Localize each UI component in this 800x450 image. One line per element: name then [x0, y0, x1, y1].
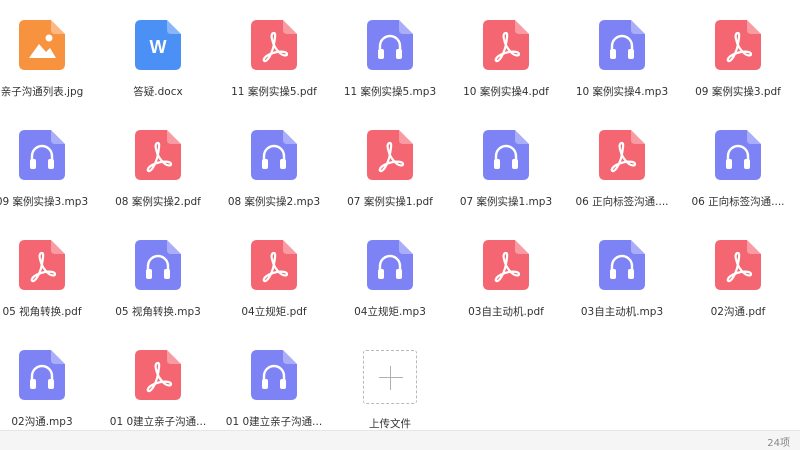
audio-file-icon: [19, 350, 65, 400]
file-name: 答疑.docx: [133, 86, 183, 98]
file-name: 02沟通.pdf: [710, 306, 766, 318]
file-name: 06 正向标签沟通....: [691, 196, 785, 208]
pdf-file-icon: [483, 20, 529, 70]
file-item[interactable]: 07 案例实操1.mp3: [448, 110, 564, 220]
file-item[interactable]: 08 案例实操2.pdf: [100, 110, 216, 220]
file-item[interactable]: 08 案例实操2.mp3: [216, 110, 332, 220]
pdf-file-icon: [715, 20, 761, 70]
audio-file-icon: [19, 130, 65, 180]
file-item[interactable]: 02沟通.pdf: [680, 220, 796, 330]
file-item[interactable]: 02沟通.mp3: [0, 330, 100, 430]
audio-file-icon: [251, 130, 297, 180]
file-name: 02沟通.mp3: [11, 416, 73, 428]
file-item[interactable]: 09 案例实操3.pdf: [680, 0, 796, 110]
file-item[interactable]: 07 案例实操1.pdf: [332, 110, 448, 220]
file-item[interactable]: 03自主动机.pdf: [448, 220, 564, 330]
pdf-file-icon: [715, 240, 761, 290]
file-name: 04立规矩.mp3: [354, 306, 426, 318]
file-name: 10 案例实操4.mp3: [575, 86, 669, 98]
file-name: 11 案例实操5.mp3: [343, 86, 437, 98]
audio-file-icon: [367, 240, 413, 290]
file-name: 亲子沟通列表.jpg: [0, 86, 84, 98]
audio-file-icon: [367, 20, 413, 70]
file-name: 05 视角转换.mp3: [115, 306, 201, 318]
file-item[interactable]: 06 正向标签沟通....: [680, 110, 796, 220]
pdf-file-icon: [483, 240, 529, 290]
file-item[interactable]: 04立规矩.mp3: [332, 220, 448, 330]
plus-icon: [363, 350, 417, 404]
file-name: 09 案例实操3.pdf: [695, 86, 781, 98]
file-name: 01 0建立亲子沟通...: [109, 416, 207, 428]
file-name: 03自主动机.pdf: [468, 306, 544, 318]
file-item[interactable]: 10 案例实操4.pdf: [448, 0, 564, 110]
audio-file-icon: [715, 130, 761, 180]
file-item[interactable]: 11 案例实操5.pdf: [216, 0, 332, 110]
file-name: 07 案例实操1.mp3: [459, 196, 553, 208]
pdf-file-icon: [367, 130, 413, 180]
file-name: 09 案例实操3.mp3: [0, 196, 89, 208]
file-item[interactable]: 亲子沟通列表.jpg: [0, 0, 100, 110]
file-item[interactable]: 11 案例实操5.mp3: [332, 0, 448, 110]
image-file-icon: [19, 20, 65, 70]
file-item[interactable]: 09 案例实操3.mp3: [0, 110, 100, 220]
file-grid: 亲子沟通列表.jpg W 答疑.docx 11 案例实操5.pdf 11 案例实操5.m…: [0, 0, 800, 430]
svg-text:W: W: [150, 37, 167, 57]
word-file-icon: W: [135, 20, 181, 70]
file-name: 03自主动机.mp3: [580, 306, 664, 318]
file-item[interactable]: 06 正向标签沟通....: [564, 110, 680, 220]
file-item[interactable]: 05 视角转换.pdf: [0, 220, 100, 330]
pdf-file-icon: [135, 130, 181, 180]
file-name: 08 案例实操2.mp3: [227, 196, 321, 208]
file-name: 04立规矩.pdf: [241, 306, 307, 318]
status-bar: 24项: [0, 430, 800, 450]
file-item[interactable]: 04立规矩.pdf: [216, 220, 332, 330]
audio-file-icon: [483, 130, 529, 180]
upload-label: 上传文件: [369, 418, 411, 430]
pdf-file-icon: [251, 240, 297, 290]
upload-file-button[interactable]: 上传文件: [332, 330, 448, 430]
audio-file-icon: [135, 240, 181, 290]
audio-file-icon: [599, 240, 645, 290]
audio-file-icon: [599, 20, 645, 70]
file-item[interactable]: 10 案例实操4.mp3: [564, 0, 680, 110]
file-item[interactable]: 05 视角转换.mp3: [100, 220, 216, 330]
file-item[interactable]: 03自主动机.mp3: [564, 220, 680, 330]
file-name: 06 正向标签沟通....: [575, 196, 669, 208]
pdf-file-icon: [135, 350, 181, 400]
audio-file-icon: [251, 350, 297, 400]
file-name: 05 视角转换.pdf: [2, 306, 82, 318]
file-name: 11 案例实操5.pdf: [231, 86, 317, 98]
pdf-file-icon: [251, 20, 297, 70]
file-name: 01 0建立亲子沟通...: [225, 416, 323, 428]
file-name: 07 案例实操1.pdf: [347, 196, 433, 208]
file-name: 10 案例实操4.pdf: [463, 86, 549, 98]
pdf-file-icon: [599, 130, 645, 180]
file-name: 08 案例实操2.pdf: [115, 196, 201, 208]
file-item[interactable]: 01 0建立亲子沟通...: [216, 330, 332, 430]
item-count: 24项: [767, 438, 790, 449]
file-item[interactable]: W 答疑.docx: [100, 0, 216, 110]
pdf-file-icon: [19, 240, 65, 290]
file-item[interactable]: 01 0建立亲子沟通...: [100, 330, 216, 430]
